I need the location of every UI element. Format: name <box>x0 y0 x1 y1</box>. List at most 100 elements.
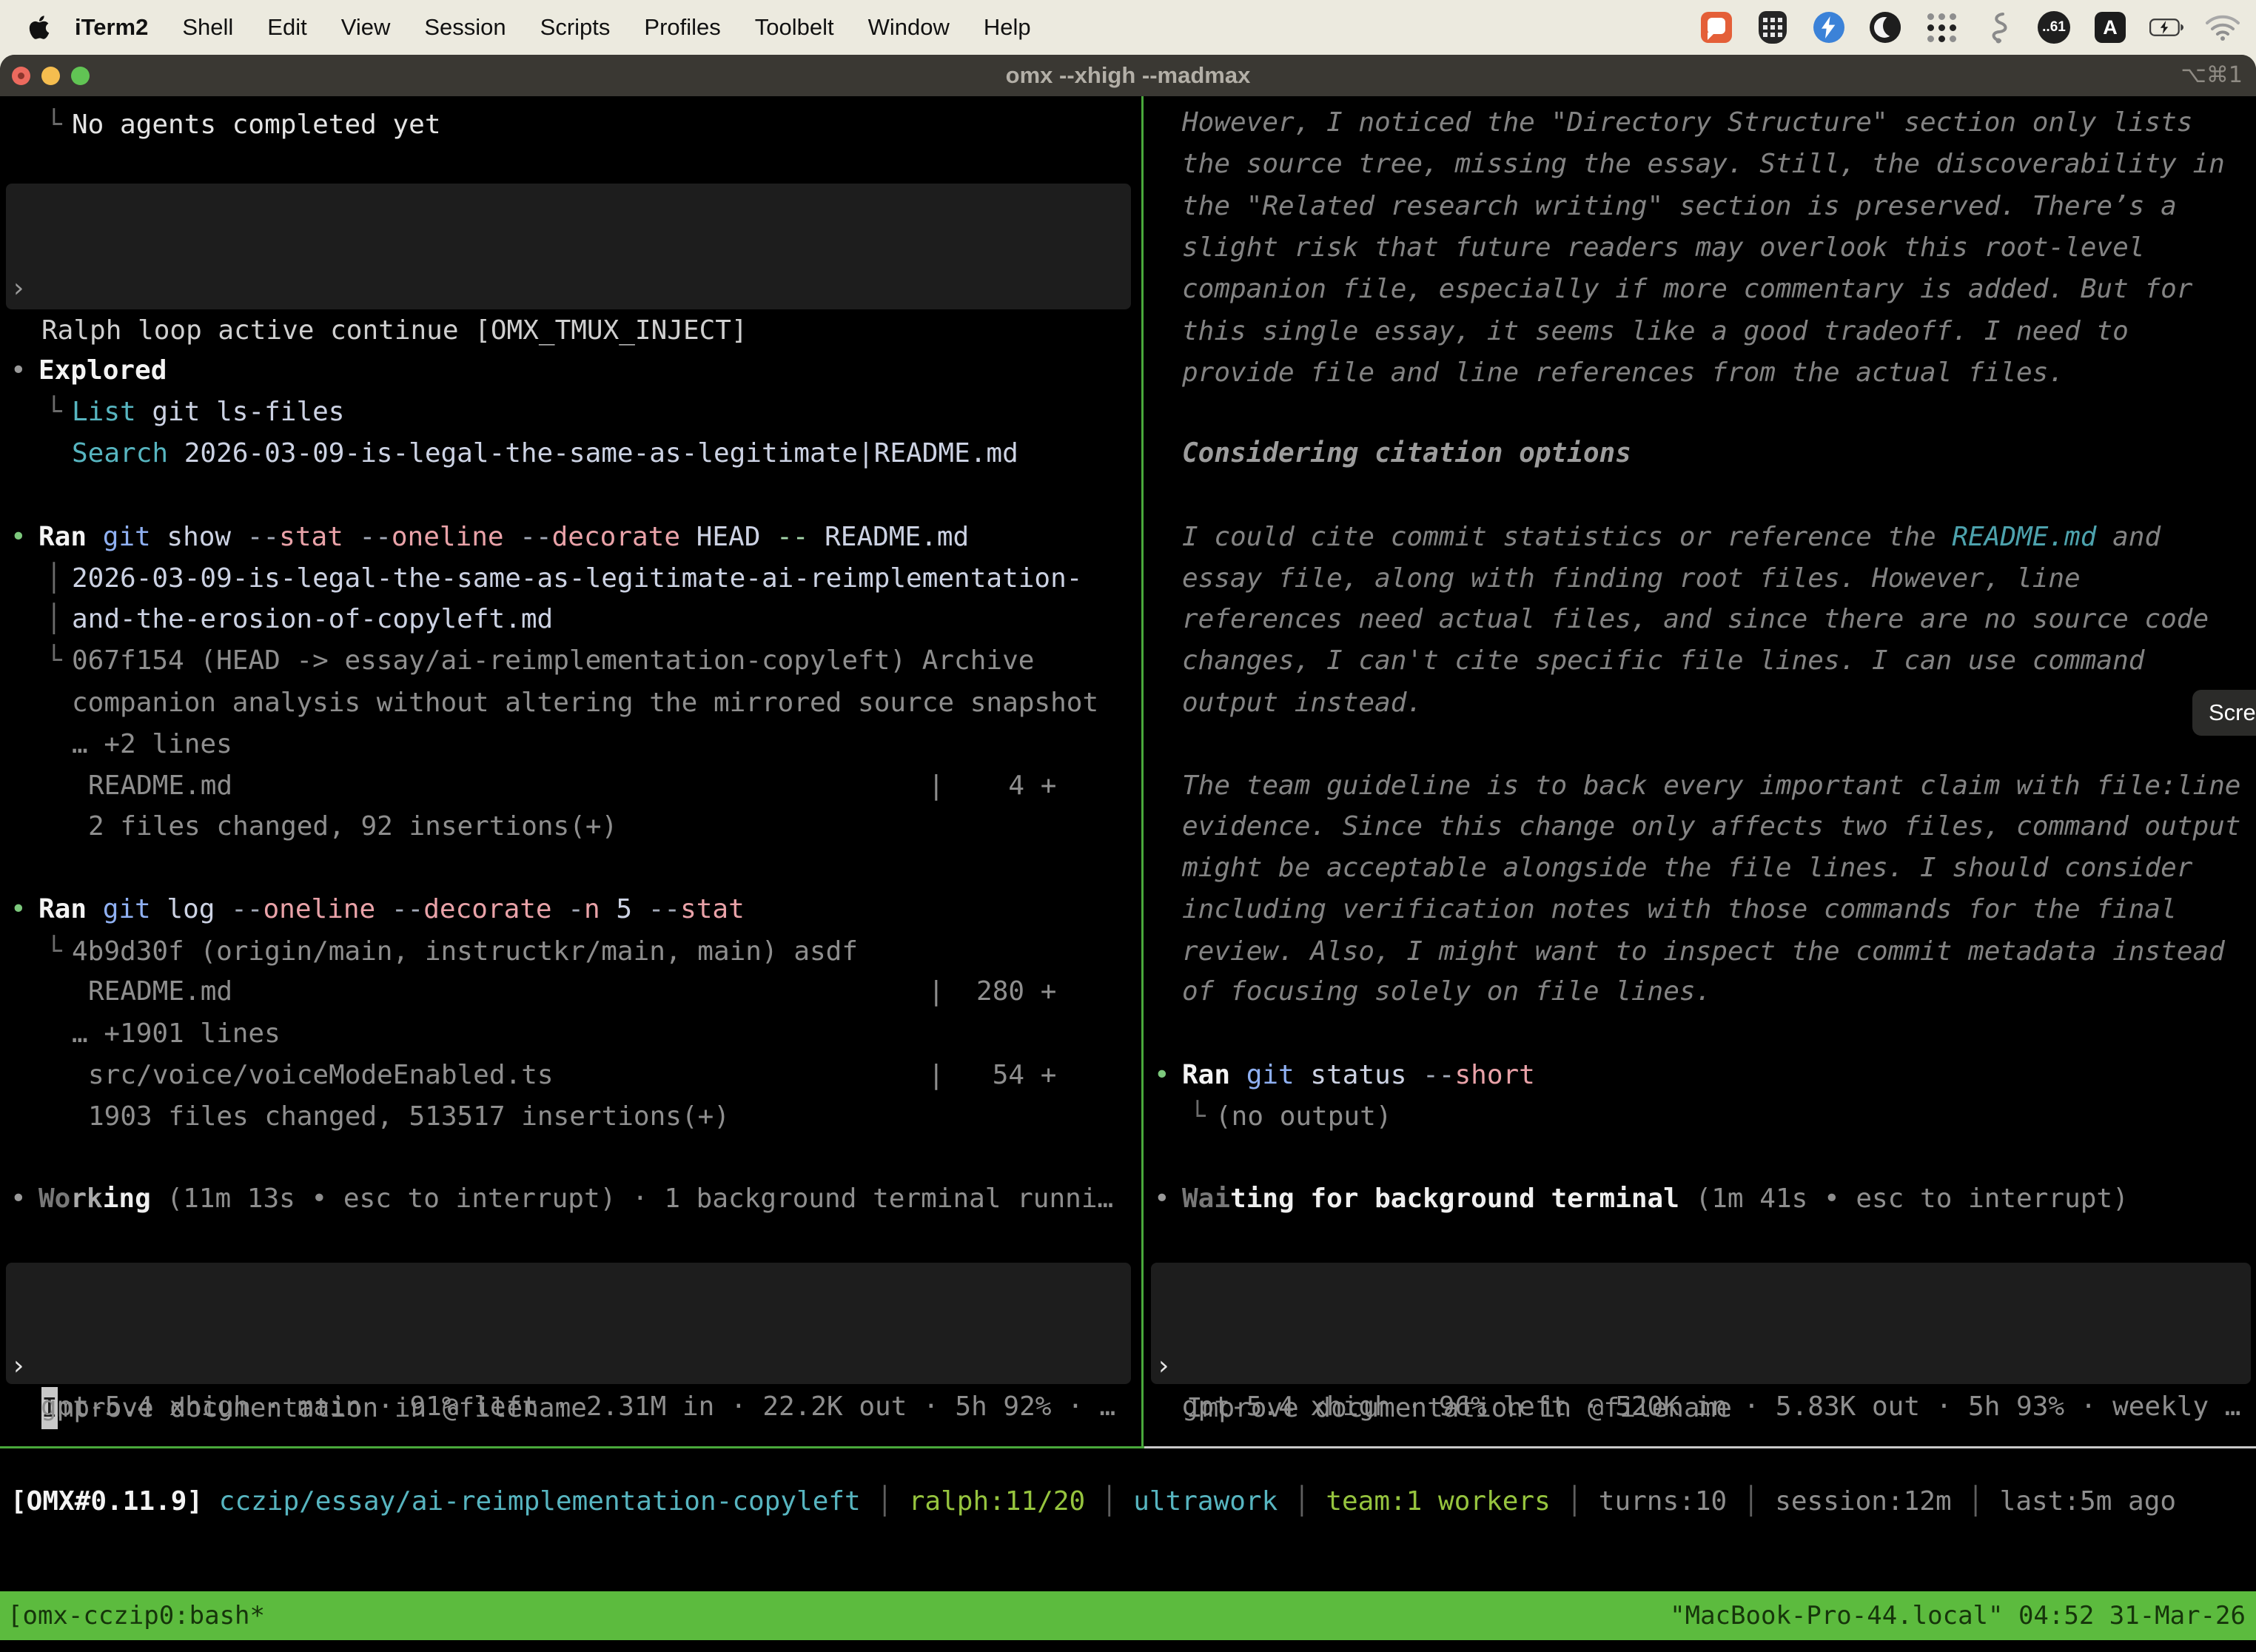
menu-item-shell[interactable]: Shell <box>165 14 250 41</box>
line-text: 1903 files changed, 513517 insertions(+) <box>88 1095 730 1138</box>
wifi-icon[interactable] <box>2206 10 2240 44</box>
menu-item-help[interactable]: Help <box>967 14 1048 41</box>
menu-item-edit[interactable]: Edit <box>250 14 323 41</box>
right-prompt-input[interactable]: › Improve documentation in @filename <box>1151 1263 2251 1384</box>
tmux-left-pane[interactable]: › Ralph loop active continue [OMX_TMUX_I… <box>0 96 1141 1449</box>
tree-glyph: └ <box>46 104 62 146</box>
omx-status-segment: │ <box>1952 1486 2000 1517</box>
diffstat-value: | 4 + <box>928 765 1056 807</box>
bullet-icon: • <box>10 888 27 930</box>
bullet-icon: • <box>10 349 27 392</box>
terminal-line: I could cite commit statistics or refere… <box>1144 516 2256 558</box>
tree-glyph: └ <box>1189 1095 1206 1138</box>
omx-status-segment: │ <box>861 1486 909 1517</box>
terminal-line: └No agents completed yet <box>0 104 1141 146</box>
battery-icon[interactable] <box>2149 10 2183 44</box>
menu-item-view[interactable]: View <box>324 14 408 41</box>
menu-item-profiles[interactable]: Profiles <box>627 14 737 41</box>
tmux-host-clock: "MacBook-Pro-44.local" 04:52 31-Mar-26 <box>1670 1591 2246 1640</box>
terminal-line: •Explored <box>0 349 1141 392</box>
terminal-line: •Working (11m 13s • esc to interrupt) · … <box>0 1178 1141 1220</box>
terminal-line: • Waiting for background terminal (1m 41s… <box>1144 1178 2256 1220</box>
a-app-icon[interactable]: A <box>2093 10 2127 44</box>
menu-item-scripts[interactable]: Scripts <box>523 14 628 41</box>
line-text: Ran git status --short <box>1182 1054 1535 1096</box>
tmux-right-pane[interactable]: However, I noticed the "Directory Struct… <box>1144 96 2256 1449</box>
bullet-icon: • <box>1154 1178 1170 1220</box>
terminal-line: evidence. Since this change only affects… <box>1144 805 2256 847</box>
line-text: Ran git show --stat --oneline --decorate… <box>38 516 969 558</box>
tree-glyph: └ <box>46 391 62 433</box>
menu-item-window[interactable]: Window <box>851 14 967 41</box>
terminal-line: references need actual files, and since … <box>1144 598 2256 640</box>
screen: iTerm2ShellEditViewSessionScriptsProfile… <box>0 0 2256 1652</box>
terminal-line: … +1901 lines <box>0 1013 1141 1055</box>
line-text: … +1901 lines <box>72 1013 281 1055</box>
line-text: and-the-erosion-of-copyleft.md <box>72 598 553 640</box>
pane-divider[interactable] <box>1141 96 1144 1448</box>
terminal-line: •Ran git log --oneline --decorate -n 5 -… <box>0 888 1141 930</box>
line-text: No agents completed yet <box>72 104 441 146</box>
terminal-line: changes, I can't cite specific file line… <box>1144 639 2256 682</box>
terminal-line: The team guideline is to back every impo… <box>1144 765 2256 807</box>
menu-items: iTerm2ShellEditViewSessionScriptsProfile… <box>58 14 1048 41</box>
diffstat-value: | 54 + <box>928 1054 1056 1096</box>
omx-status-segment: cczip/essay/ai-reimplementation-copyleft <box>219 1486 861 1517</box>
omx-status-segment: session:12m <box>1775 1486 1951 1517</box>
terminal-line: provide file and line references from th… <box>1144 352 2256 394</box>
line-text: review. Also, I might want to inspect th… <box>1182 930 2225 973</box>
macos-menu-bar: iTerm2ShellEditViewSessionScriptsProfile… <box>0 0 2256 55</box>
line-text: I could cite commit statistics or refere… <box>1182 516 2161 558</box>
window-title-bar[interactable]: omx --xhigh --madmax ⌥⌘1 <box>0 55 2256 96</box>
omx-status-segment: ultrawork <box>1133 1486 1278 1517</box>
terminal-line: the "Related research writing" section i… <box>1144 185 2256 227</box>
line-text: README.md <box>88 765 232 807</box>
omx-status-segment: turns:10 <box>1599 1486 1727 1517</box>
line-text: changes, I can't cite specific file line… <box>1182 639 2144 682</box>
line-text: including verification notes with those … <box>1182 888 2177 930</box>
messages-icon[interactable] <box>1699 10 1733 44</box>
terminal-line: essay file, along with finding root file… <box>1144 557 2256 600</box>
badge-61-icon[interactable]: ..61 <box>2037 10 2071 44</box>
inactive-pane-border <box>1144 1446 2256 1448</box>
line-text: 2 files changed, 92 insertions(+) <box>88 805 617 847</box>
bullet-icon: • <box>10 516 27 558</box>
terminal-line: the source tree, missing the essay. Stil… <box>1144 143 2256 185</box>
badge-61-label: ..61 <box>2038 11 2070 44</box>
tmux-session-label: [omx-cczip0:bash* <box>7 1591 265 1640</box>
terminal-line: └List git ls-files <box>0 391 1141 433</box>
menu-item-session[interactable]: Session <box>407 14 523 41</box>
line-text: provide file and line references from th… <box>1182 352 2064 394</box>
password-shield-icon[interactable] <box>1756 10 1790 44</box>
omx-status-segment: │ <box>1551 1486 1599 1517</box>
menu-item-iterm2[interactable]: iTerm2 <box>58 14 165 41</box>
squiggle-icon[interactable] <box>1981 10 2015 44</box>
left-session-status: gpt-5.4 xhigh · main · 91% left · 2.31M … <box>41 1386 1115 1428</box>
inject-banner: › Ralph loop active continue [OMX_TMUX_I… <box>6 184 1131 309</box>
terminal-line: might be acceptable alongside the file l… <box>1144 847 2256 889</box>
diffstat-value: | 280 + <box>928 970 1056 1013</box>
menu-status-icons: ..61 A <box>1699 10 2256 44</box>
menu-item-toolbelt[interactable]: Toolbelt <box>738 14 851 41</box>
terminal-line: slight risk that future readers may over… <box>1144 226 2256 269</box>
iterm2-window: omx --xhigh --madmax ⌥⌘1 › Ralph loop ac… <box>0 55 2256 1652</box>
omx-status-line: [OMX#0.11.9] cczip/essay/ai-reimplementa… <box>10 1480 2176 1522</box>
inject-text: Ralph loop active continue [OMX_TMUX_INJ… <box>41 309 748 352</box>
terminal-line: └(no output) <box>1144 1095 2256 1138</box>
line-text: 067f154 (HEAD -> essay/ai-reimplementati… <box>72 639 1034 682</box>
dots-grid-icon[interactable] <box>1924 10 1958 44</box>
terminal-line: README.md | 280 + <box>0 970 1141 1013</box>
terminal-line: └067f154 (HEAD -> essay/ai-reimplementat… <box>0 639 1141 682</box>
left-prompt-input[interactable]: › Improve documentation in @filename <box>6 1263 1131 1384</box>
terminal-line: including verification notes with those … <box>1144 888 2256 930</box>
a-app-label: A <box>2095 12 2126 43</box>
tree-glyph: │ <box>46 557 62 600</box>
moon-app-icon[interactable] <box>1868 10 1902 44</box>
line-text: README.md <box>88 970 232 1013</box>
terminal-line: Search 2026-03-09-is-legal-the-same-as-l… <box>0 432 1141 474</box>
terminal-line: this single essay, it seems like a good … <box>1144 310 2256 352</box>
terminal-line: README.md | 4 + <box>0 765 1141 807</box>
line-text: Waiting for background terminal (1m 41s … <box>1182 1178 2129 1220</box>
network-bolt-icon[interactable] <box>1812 10 1846 44</box>
apple-menu-icon[interactable] <box>28 14 50 41</box>
